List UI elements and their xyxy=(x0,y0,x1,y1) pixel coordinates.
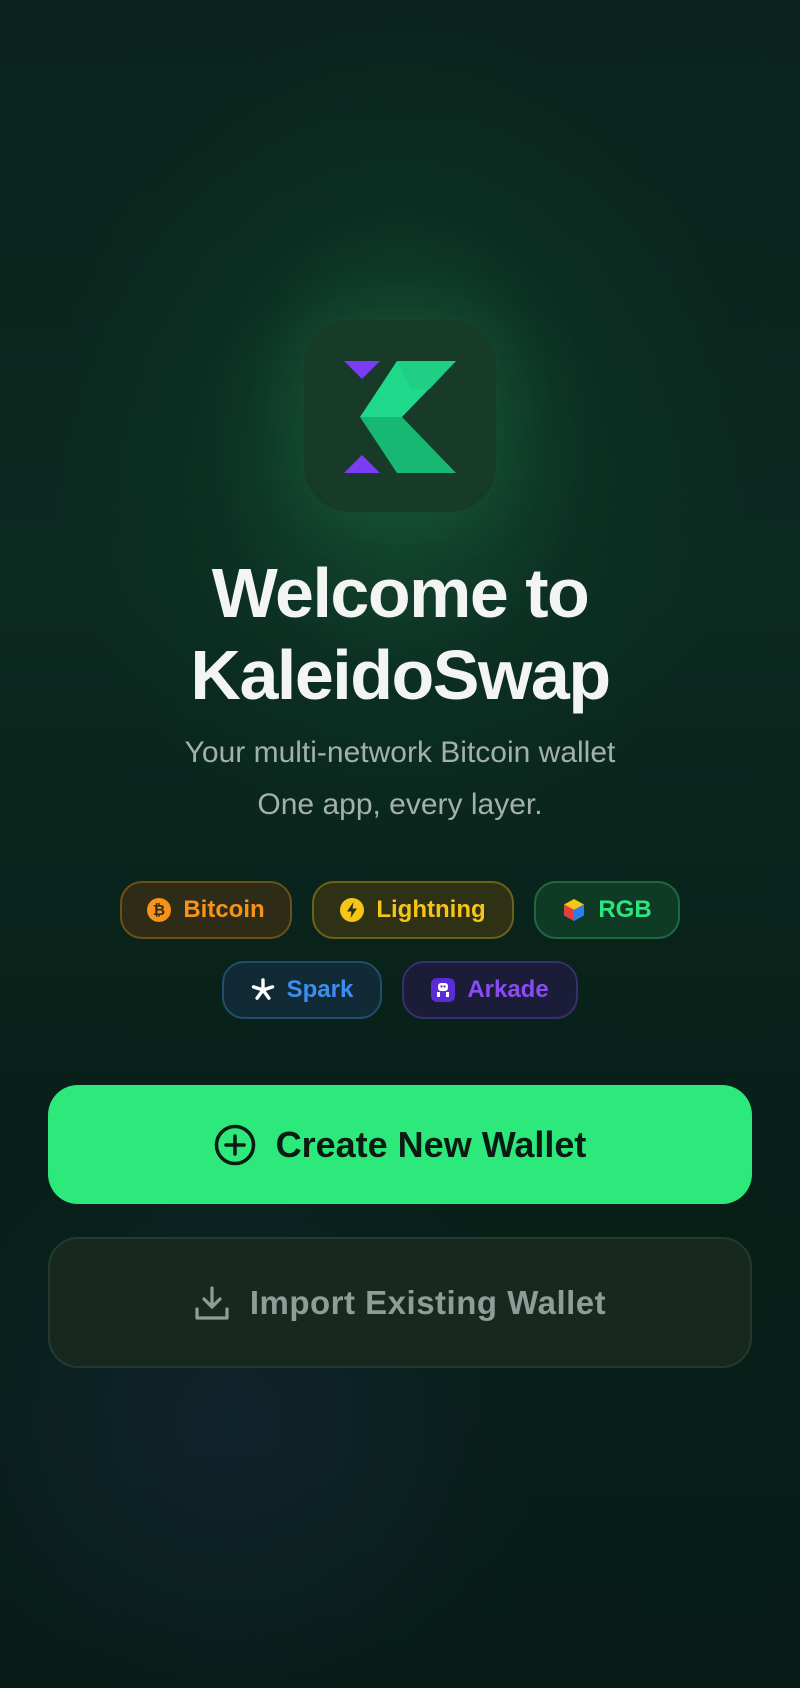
lightning-icon xyxy=(340,898,365,922)
plus-circle-icon xyxy=(214,1124,255,1165)
bitcoin-icon: ₿ xyxy=(147,898,172,922)
network-chip-spark: Spark xyxy=(222,961,382,1019)
app-logo xyxy=(304,320,496,512)
rgb-cube-icon xyxy=(564,899,585,921)
welcome-title: Welcome to KaleidoSwap xyxy=(0,552,800,716)
create-wallet-label: Create New Wallet xyxy=(275,1123,587,1165)
network-label: Lightning xyxy=(376,896,486,923)
import-wallet-button[interactable]: Import Existing Wallet xyxy=(48,1237,752,1368)
network-label: RGB xyxy=(598,896,652,923)
network-chip-bitcoin: ₿ Bitcoin xyxy=(120,881,292,939)
title-line-2: KaleidoSwap xyxy=(190,636,611,714)
network-label: Bitcoin xyxy=(183,896,265,923)
network-label: Spark xyxy=(286,976,354,1003)
svg-text:₿: ₿ xyxy=(153,901,165,919)
subtitle-tagline: Your multi-network Bitcoin wallet xyxy=(184,736,616,769)
subtitle-slogan: One app, every layer. xyxy=(257,788,543,821)
spark-asterisk-icon xyxy=(251,978,274,1000)
download-icon xyxy=(195,1285,229,1320)
title-line-1: Welcome to xyxy=(211,554,590,632)
network-label: Arkade xyxy=(467,976,549,1003)
arkade-icon xyxy=(431,978,456,1002)
network-chip-rgb: RGB xyxy=(534,881,680,939)
import-wallet-label: Import Existing Wallet xyxy=(249,1283,607,1321)
network-chip-lightning: Lightning xyxy=(312,881,514,939)
network-chip-arkade: Arkade xyxy=(402,961,578,1019)
create-wallet-button[interactable]: Create New Wallet xyxy=(48,1085,752,1204)
background-gradient xyxy=(0,0,800,1688)
kaleidoswap-logo-icon xyxy=(344,361,456,473)
